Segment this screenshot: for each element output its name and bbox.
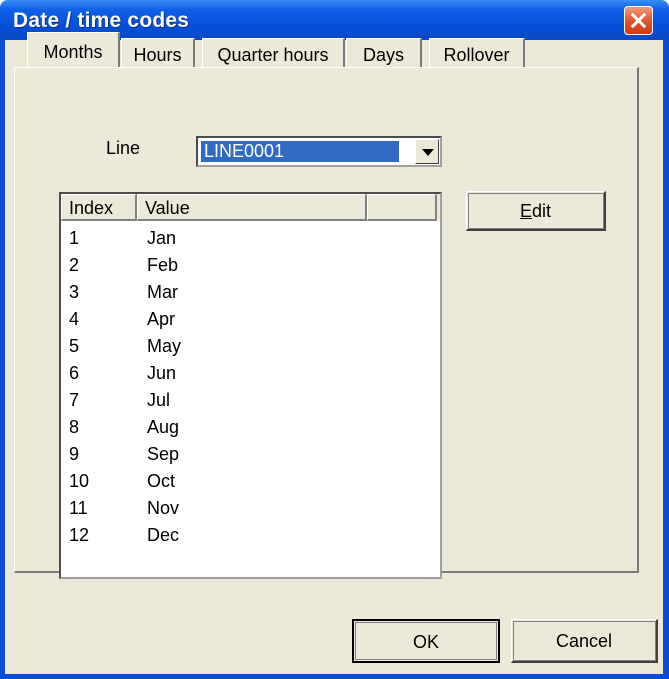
list-item-index: 6 — [69, 363, 80, 383]
column-header-value[interactable]: Value — [137, 194, 367, 221]
list-item-index: 8 — [69, 417, 80, 437]
list-item[interactable]: 3 Mar — [61, 280, 431, 307]
list-item-index: 7 — [69, 390, 80, 410]
list-item-index: 11 — [69, 498, 88, 518]
list-item[interactable]: 4 Apr — [61, 307, 431, 334]
list-item-value: Jun — [147, 363, 177, 383]
list-item-index: 1 — [69, 228, 80, 248]
line-selected-value: LINE0001 — [201, 141, 399, 162]
dialog-title: Date / time codes — [13, 9, 190, 32]
list-item[interactable]: 12 Dec — [61, 523, 431, 550]
list-item-index: 10 — [69, 471, 90, 491]
list-item-index: 2 — [69, 255, 80, 275]
list-item[interactable]: 1 Jan — [61, 226, 431, 253]
list-item[interactable]: 8 Aug — [61, 415, 431, 442]
list-item-value: Nov — [147, 498, 180, 518]
edit-button[interactable]: Edit — [466, 191, 606, 231]
list-item[interactable]: 7 Jul — [61, 388, 431, 415]
tab-months[interactable]: Months — [27, 32, 120, 67]
list-item-value: Jan — [147, 228, 177, 248]
column-header-empty[interactable] — [367, 194, 437, 221]
tab-label: Rollover — [443, 45, 510, 65]
list-item-value: Jul — [147, 390, 171, 410]
list-item[interactable]: 2 Feb — [61, 253, 431, 280]
list-item-value: Sep — [147, 444, 180, 464]
list-item-value: Feb — [147, 255, 179, 275]
list-item-value: Oct — [147, 471, 176, 491]
edit-mnemonic: E — [519, 201, 532, 221]
list-item-value: Apr — [147, 309, 176, 329]
cancel-button[interactable]: Cancel — [511, 619, 658, 663]
column-header-index[interactable]: Index — [61, 194, 137, 221]
list-item-index: 9 — [69, 444, 80, 464]
list-item[interactable]: 5 May — [61, 334, 431, 361]
list-item[interactable]: 6 Jun — [61, 361, 431, 388]
tab-label: Months — [43, 42, 103, 62]
tab-hours[interactable]: Hours — [121, 38, 195, 67]
ok-button[interactable]: OK — [352, 619, 500, 663]
list-item[interactable]: 11 Nov — [61, 496, 431, 523]
tab-label: Hours — [133, 45, 182, 65]
list-item[interactable]: 9 Sep — [61, 442, 431, 469]
list-item-value: Mar — [147, 282, 178, 302]
tab-label: Quarter hours — [217, 45, 329, 65]
list-item-index: 3 — [69, 282, 80, 302]
list-header: Index Value — [61, 194, 440, 221]
list-item-index: 5 — [69, 336, 80, 356]
chevron-down-icon[interactable] — [415, 139, 439, 164]
list-item-index: 4 — [69, 309, 80, 329]
list-item-value: Dec — [147, 525, 180, 545]
close-icon[interactable] — [624, 6, 653, 35]
line-dropdown[interactable]: LINE0001 — [196, 136, 442, 167]
edit-label: dit — [532, 201, 552, 221]
line-label: Line — [106, 138, 141, 158]
list-item-value: Aug — [147, 417, 180, 437]
tab-days[interactable]: Days — [346, 38, 422, 67]
tab-quarter-hours[interactable]: Quarter hours — [202, 38, 345, 67]
list-item[interactable]: 10 Oct — [61, 469, 431, 496]
list-item-index: 12 — [69, 525, 90, 545]
tab-rollover[interactable]: Rollover — [429, 38, 525, 67]
list-item-value: May — [147, 336, 182, 356]
tab-label: Days — [362, 45, 404, 65]
months-list[interactable]: Index Value 1 Jan 2 Feb 3 Mar 4 Apr 5 May 6 Jun 7 Jul… — [59, 192, 442, 579]
